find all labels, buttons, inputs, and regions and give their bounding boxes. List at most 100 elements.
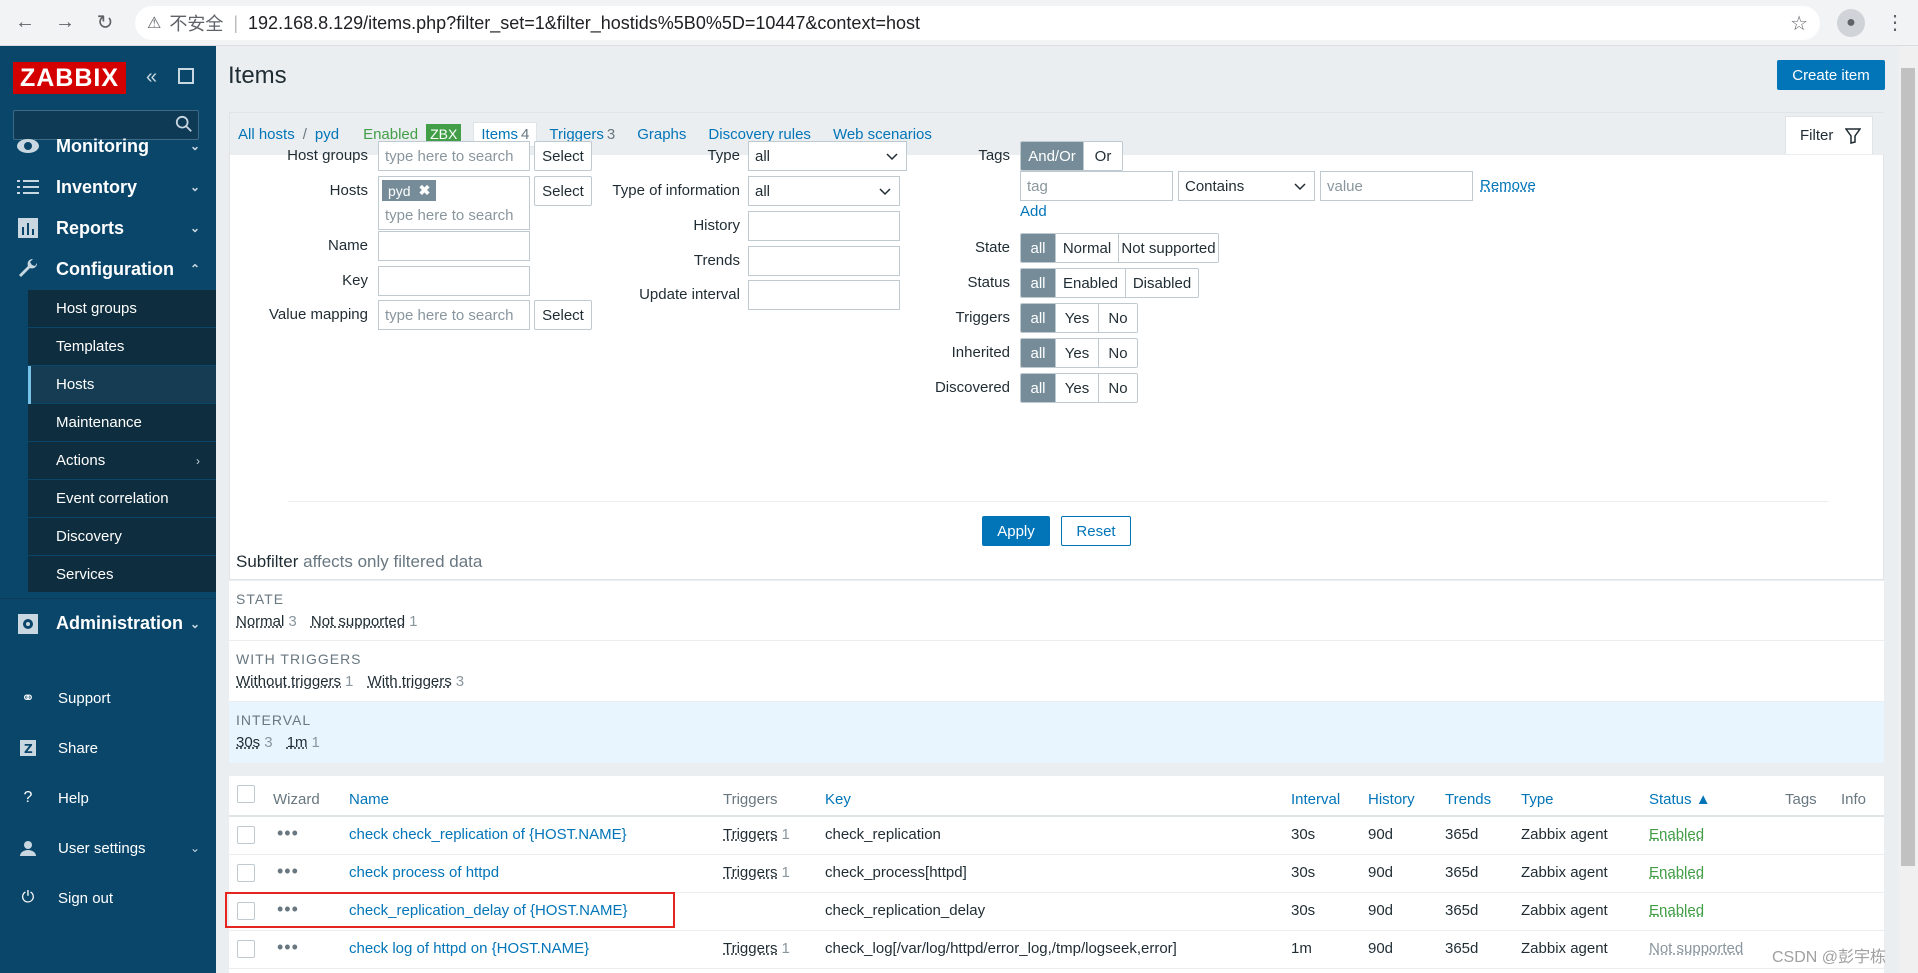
tab-discovery-rules[interactable]: Discovery rules xyxy=(708,126,811,143)
host-groups-input[interactable]: type here to search xyxy=(378,141,530,171)
tab-triggers[interactable]: Triggers 3 xyxy=(549,126,615,143)
col-interval[interactable]: Interval xyxy=(1291,791,1340,808)
menu-administration[interactable]: Administration ⌄ xyxy=(0,598,216,648)
triggers-all-option[interactable]: all xyxy=(1021,304,1056,332)
state-normal-option[interactable]: Normal xyxy=(1056,234,1119,262)
subfilter-value[interactable]: 1m xyxy=(287,734,308,751)
row-checkbox[interactable] xyxy=(237,864,255,882)
add-tag-link[interactable]: Add xyxy=(1020,203,1047,220)
item-status[interactable]: Enabled xyxy=(1649,826,1704,843)
type-of-information-dropdown[interactable]: all xyxy=(748,176,900,206)
create-item-button[interactable]: Create item xyxy=(1777,60,1885,90)
select-all-checkbox[interactable] xyxy=(237,785,255,803)
menu-help[interactable]: ? Help xyxy=(0,773,216,823)
reload-icon[interactable]: ↻ xyxy=(90,8,120,38)
sub-item-maintenance[interactable]: Maintenance xyxy=(28,404,216,442)
col-trends[interactable]: Trends xyxy=(1445,791,1491,808)
address-bar[interactable]: ⚠ 不安全 | 192.168.8.129/items.php?filter_s… xyxy=(135,6,1820,40)
or-option[interactable]: Or xyxy=(1084,142,1122,170)
breadcrumb-all-hosts[interactable]: All hosts xyxy=(238,126,295,143)
col-key[interactable]: Key xyxy=(825,791,851,808)
inherited-no-option[interactable]: No xyxy=(1099,339,1137,367)
wizard-menu-icon[interactable]: ••• xyxy=(277,937,299,958)
state-all-option[interactable]: all xyxy=(1021,234,1056,262)
tag-value-input[interactable]: value xyxy=(1320,171,1473,201)
menu-share[interactable]: Z Share xyxy=(0,723,216,773)
page-scrollbar[interactable] xyxy=(1898,46,1918,973)
row-checkbox[interactable] xyxy=(237,940,255,958)
scrollbar-thumb[interactable] xyxy=(1901,68,1915,866)
menu-sign-out[interactable]: ⏻ Sign out xyxy=(0,873,216,923)
hosts-select-button[interactable]: Select xyxy=(534,176,592,206)
col-name[interactable]: Name xyxy=(349,791,389,808)
host-groups-select-button[interactable]: Select xyxy=(534,141,592,171)
item-status[interactable]: Enabled xyxy=(1649,902,1704,919)
triggers-link[interactable]: Triggers xyxy=(723,864,777,881)
value-mapping-input[interactable]: type here to search xyxy=(378,300,530,330)
forward-icon[interactable]: → xyxy=(50,8,80,38)
col-type[interactable]: Type xyxy=(1521,791,1554,808)
bookmark-star-icon[interactable]: ☆ xyxy=(1790,11,1808,36)
name-input[interactable] xyxy=(378,231,530,261)
apply-button[interactable]: Apply xyxy=(982,516,1050,546)
sub-item-discovery[interactable]: Discovery xyxy=(28,518,216,556)
wizard-menu-icon[interactable]: ••• xyxy=(277,861,299,882)
filter-toggle-tab[interactable]: Filter xyxy=(1785,116,1873,154)
status-all-option[interactable]: all xyxy=(1021,269,1056,297)
history-input[interactable] xyxy=(748,211,900,241)
chip-remove-icon[interactable]: ✖ xyxy=(419,182,431,199)
inherited-all-option[interactable]: all xyxy=(1021,339,1056,367)
wizard-menu-icon[interactable]: ••• xyxy=(277,823,299,844)
tag-operator-dropdown[interactable]: Contains xyxy=(1178,171,1315,201)
subfilter-value[interactable]: 30s xyxy=(236,734,260,751)
state-not-supported-option[interactable]: Not supported xyxy=(1119,234,1218,262)
sub-item-event-correlation[interactable]: Event correlation xyxy=(28,480,216,518)
col-status[interactable]: Status ▲ xyxy=(1649,791,1711,808)
status-enabled-option[interactable]: Enabled xyxy=(1056,269,1126,297)
item-status[interactable]: Enabled xyxy=(1649,864,1704,881)
triggers-link[interactable]: Triggers xyxy=(723,826,777,843)
triggers-no-option[interactable]: No xyxy=(1099,304,1137,332)
sub-item-host-groups[interactable]: Host groups xyxy=(28,290,216,328)
breadcrumb-host[interactable]: pyd xyxy=(315,126,339,143)
sub-item-hosts[interactable]: Hosts xyxy=(28,366,216,404)
trends-input[interactable] xyxy=(748,246,900,276)
discovered-yes-option[interactable]: Yes xyxy=(1056,374,1099,402)
browser-menu-icon[interactable]: ⋮ xyxy=(1885,10,1905,35)
value-mapping-select-button[interactable]: Select xyxy=(534,300,592,330)
item-name-link[interactable]: check process of httpd xyxy=(349,864,499,881)
subfilter-value[interactable]: Not supported xyxy=(311,613,405,630)
subfilter-value[interactable]: Without triggers xyxy=(236,673,341,690)
kiosk-mode-icon[interactable] xyxy=(178,68,194,84)
menu-user-settings[interactable]: User settings ⌄ xyxy=(0,823,216,873)
key-input[interactable] xyxy=(378,266,530,296)
triggers-link[interactable]: Triggers xyxy=(723,940,777,957)
item-status[interactable]: Not supported xyxy=(1649,940,1743,957)
tab-web-scenarios[interactable]: Web scenarios xyxy=(833,126,932,143)
zabbix-logo[interactable]: ZABBIX xyxy=(13,62,126,94)
tag-name-input[interactable]: tag xyxy=(1020,171,1173,201)
andor-option[interactable]: And/Or xyxy=(1021,142,1084,170)
remove-tag-link[interactable]: Remove xyxy=(1480,177,1536,194)
tab-graphs[interactable]: Graphs xyxy=(637,126,686,143)
collapse-sidebar-icon[interactable]: « xyxy=(146,66,157,89)
reset-button[interactable]: Reset xyxy=(1061,516,1131,546)
discovered-all-option[interactable]: all xyxy=(1021,374,1056,402)
menu-configuration[interactable]: Configuration ⌃ xyxy=(0,244,216,294)
discovered-no-option[interactable]: No xyxy=(1099,374,1137,402)
update-interval-input[interactable] xyxy=(748,280,900,310)
profile-avatar-icon[interactable]: ● xyxy=(1837,9,1865,37)
type-dropdown[interactable]: all xyxy=(748,141,907,171)
sub-item-services[interactable]: Services xyxy=(28,556,216,594)
status-disabled-option[interactable]: Disabled xyxy=(1126,269,1198,297)
item-name-link[interactable]: check check_replication of {HOST.NAME} xyxy=(349,826,627,843)
col-history[interactable]: History xyxy=(1368,791,1415,808)
subfilter-value[interactable]: With triggers xyxy=(368,673,452,690)
sub-item-actions[interactable]: Actions › xyxy=(28,442,216,480)
inherited-yes-option[interactable]: Yes xyxy=(1056,339,1099,367)
item-name-link[interactable]: check log of httpd on {HOST.NAME} xyxy=(349,940,589,957)
host-status-enabled[interactable]: Enabled xyxy=(363,126,418,143)
back-icon[interactable]: ← xyxy=(10,8,40,38)
menu-support[interactable]: ⚭ Support xyxy=(0,673,216,723)
row-checkbox[interactable] xyxy=(237,826,255,844)
